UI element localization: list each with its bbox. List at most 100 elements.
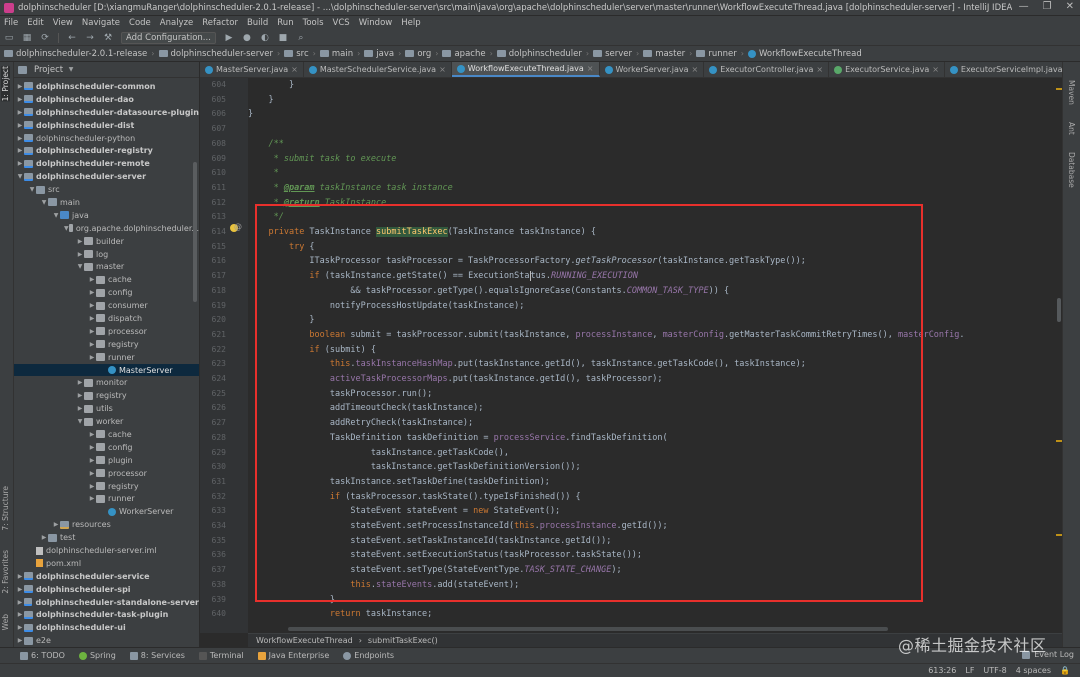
project-tree-item[interactable]: ▶ utils xyxy=(14,402,199,415)
chevron-right-icon[interactable]: ▶ xyxy=(16,599,24,606)
project-tree-item[interactable]: ▶ plugin xyxy=(14,454,199,467)
error-stripe-mark[interactable] xyxy=(1056,534,1062,536)
chevron-right-icon[interactable]: ▶ xyxy=(88,289,96,296)
java-enterprise-tool-button[interactable]: Java Enterprise xyxy=(257,651,329,660)
scrollbar-thumb[interactable] xyxy=(1057,298,1061,322)
close-icon[interactable]: × xyxy=(692,65,699,74)
save-all-icon[interactable]: ▦ xyxy=(22,33,32,43)
terminal-tool-button[interactable]: Terminal xyxy=(198,651,244,660)
editor-vertical-scrollbar[interactable] xyxy=(1056,78,1062,633)
menu-code[interactable]: Code xyxy=(129,18,151,28)
run-icon[interactable]: ▶ xyxy=(224,33,234,43)
chevron-right-icon[interactable]: ▶ xyxy=(16,83,24,90)
tab-workflow-execute-thread[interactable]: WorkflowExecuteThread.java × xyxy=(451,62,600,77)
close-icon[interactable]: × xyxy=(932,65,939,74)
tab-executor-service[interactable]: ExecutorService.java × xyxy=(829,62,945,77)
close-icon[interactable]: × xyxy=(816,65,823,74)
chevron-right-icon[interactable]: ▶ xyxy=(88,315,96,322)
services-tool-button[interactable]: 8: Services xyxy=(129,651,185,660)
chevron-right-icon[interactable]: ▶ xyxy=(16,147,24,154)
project-tree-item[interactable]: dolphinscheduler-server.iml xyxy=(14,544,199,557)
project-tree-item[interactable]: ▶ dolphinscheduler-remote xyxy=(14,157,199,170)
minimize-icon[interactable]: — xyxy=(1019,1,1029,12)
chevron-right-icon[interactable]: ▶ xyxy=(88,457,96,464)
breadcrumb-item[interactable]: apache xyxy=(442,49,486,59)
project-tree-item[interactable]: ▶ config xyxy=(14,441,199,454)
menu-help[interactable]: Help xyxy=(401,18,420,28)
override-marker-icon[interactable]: @ xyxy=(234,222,242,231)
menu-navigate[interactable]: Navigate xyxy=(82,18,120,28)
chevron-right-icon[interactable]: ▶ xyxy=(76,251,84,258)
web-tool-tab[interactable]: Web xyxy=(1,614,10,630)
close-icon[interactable]: ✕ xyxy=(1066,1,1074,12)
breadcrumb-item[interactable]: dolphinscheduler-2.0.1-release xyxy=(4,49,147,59)
code-crumb-method[interactable]: submitTaskExec() xyxy=(368,636,438,645)
project-tree-item[interactable]: WorkerServer xyxy=(14,505,199,518)
project-tree-item[interactable]: ▶ dolphinscheduler-service xyxy=(14,570,199,583)
project-tree-item[interactable]: ▶ dolphinscheduler-registry xyxy=(14,144,199,157)
chevron-right-icon[interactable]: ▶ xyxy=(88,495,96,502)
maven-tool-tab[interactable]: Maven xyxy=(1067,80,1076,105)
stop-icon[interactable]: ■ xyxy=(278,33,288,43)
project-tree-item[interactable]: ▶ builder xyxy=(14,235,199,248)
chevron-right-icon[interactable]: ▶ xyxy=(76,238,84,245)
maximize-icon[interactable]: ❐ xyxy=(1043,1,1052,12)
error-stripe-mark[interactable] xyxy=(1056,88,1062,90)
chevron-right-icon[interactable]: ▶ xyxy=(16,637,24,644)
menu-run[interactable]: Run xyxy=(277,18,293,28)
build-hammer-icon[interactable]: ⚒ xyxy=(103,33,113,43)
forward-arrow-icon[interactable]: → xyxy=(85,33,95,43)
project-tree-item[interactable]: ▶ e2e xyxy=(14,634,199,647)
project-tree-item[interactable]: ▶ dolphinscheduler-python xyxy=(14,132,199,145)
line-separator[interactable]: LF xyxy=(965,666,974,675)
project-tree-item[interactable]: ▶ cache xyxy=(14,273,199,286)
error-stripe-mark[interactable] xyxy=(1056,440,1062,442)
chevron-right-icon[interactable]: ▶ xyxy=(16,122,24,129)
ant-tool-tab[interactable]: Ant xyxy=(1067,122,1076,135)
project-tree-item[interactable]: ▶ monitor xyxy=(14,376,199,389)
chevron-right-icon[interactable]: ▶ xyxy=(52,521,60,528)
tab-worker-server[interactable]: WorkerServer.java × xyxy=(600,62,705,77)
coverage-icon[interactable]: ◐ xyxy=(260,33,270,43)
menu-tools[interactable]: Tools xyxy=(303,18,324,28)
indent-setting[interactable]: 4 spaces xyxy=(1016,666,1051,675)
chevron-right-icon[interactable]: ▶ xyxy=(88,444,96,451)
project-tool-tab[interactable]: 1: Project xyxy=(1,66,10,102)
project-tree-item[interactable]: ▶ dolphinscheduler-dao xyxy=(14,93,199,106)
close-icon[interactable]: × xyxy=(291,65,298,74)
project-tree-item[interactable]: ▶ test xyxy=(14,531,199,544)
chevron-right-icon[interactable]: ▶ xyxy=(76,379,84,386)
project-tree-item[interactable]: ▶ registry xyxy=(14,389,199,402)
menu-build[interactable]: Build xyxy=(247,18,268,28)
structure-tool-tab[interactable]: 7: Structure xyxy=(1,486,10,531)
close-icon[interactable]: × xyxy=(439,65,446,74)
project-tree-item[interactable]: ▶ dispatch xyxy=(14,312,199,325)
breadcrumb-item[interactable]: dolphinscheduler-server xyxy=(158,49,273,59)
project-tree-item[interactable]: MasterServer xyxy=(14,363,199,377)
chevron-right-icon[interactable]: ▶ xyxy=(16,109,24,116)
project-tree-item[interactable]: ▶ processor xyxy=(14,467,199,480)
chevron-right-icon[interactable]: ▶ xyxy=(16,96,24,103)
project-tree-item[interactable]: ▶ processor xyxy=(14,325,199,338)
file-encoding[interactable]: UTF-8 xyxy=(983,666,1006,675)
project-tree-item[interactable]: ▼ master xyxy=(14,260,199,273)
chevron-down-icon[interactable]: ▼ xyxy=(40,199,48,206)
project-tree-item[interactable]: ▶ registry xyxy=(14,338,199,351)
chevron-right-icon[interactable]: ▶ xyxy=(16,624,24,631)
breadcrumb-item[interactable]: runner xyxy=(696,49,737,59)
project-tree-item[interactable]: ▶ registry xyxy=(14,480,199,493)
project-tree-item[interactable]: ▼ src xyxy=(14,183,199,196)
chevron-right-icon[interactable]: ▶ xyxy=(88,328,96,335)
breadcrumb-item[interactable]: WorkflowExecuteThread xyxy=(747,49,862,59)
menu-vcs[interactable]: VCS xyxy=(333,18,350,28)
chevron-right-icon[interactable]: ▶ xyxy=(88,341,96,348)
favorites-tool-tab[interactable]: 2: Favorites xyxy=(1,550,10,594)
project-panel-title[interactable]: Project xyxy=(34,65,63,75)
code-crumb-class[interactable]: WorkflowExecuteThread xyxy=(256,636,353,645)
debug-icon[interactable]: ● xyxy=(242,33,252,43)
chevron-down-icon[interactable]: ▼ xyxy=(16,173,24,180)
caret-position[interactable]: 613:26 xyxy=(928,666,956,675)
lock-icon[interactable]: 🔒 xyxy=(1060,666,1070,675)
tab-master-scheduler-service[interactable]: MasterSchedulerService.java × xyxy=(304,62,452,77)
tab-executor-controller[interactable]: ExecutorController.java × xyxy=(704,62,830,77)
